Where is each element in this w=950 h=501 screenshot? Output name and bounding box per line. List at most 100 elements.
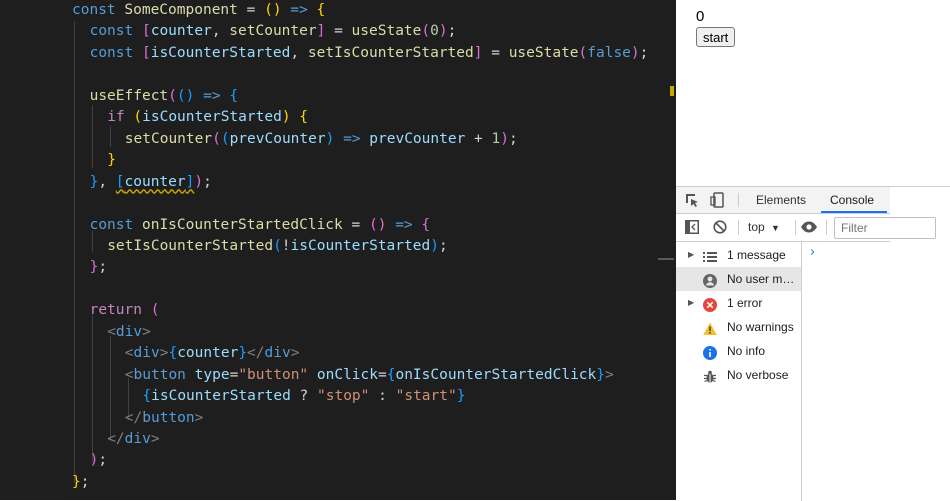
counter-value: 0: [696, 8, 705, 25]
code-token: }: [72, 473, 81, 490]
code-line[interactable]: const [counter, setCounter] = useState(0…: [90, 21, 457, 42]
code-line[interactable]: }: [107, 150, 116, 171]
code-token: >: [194, 409, 204, 426]
code-token: (: [133, 109, 143, 126]
expand-arrow-icon[interactable]: ▶: [688, 291, 694, 315]
code-token: ): [438, 23, 448, 40]
code-token: =: [482, 44, 509, 61]
minimap-marker: [658, 258, 674, 260]
code-token: isCounterStarted: [290, 237, 431, 254]
indent-guide: [92, 105, 93, 168]
tab-elements[interactable]: Elements: [756, 187, 806, 213]
console-sidebar-item[interactable]: No user messages: [676, 267, 801, 291]
dropdown-arrow-icon: ▼: [771, 223, 780, 233]
code-line[interactable]: const [isCounterStarted, setIsCounterSta…: [90, 43, 649, 64]
context-selector[interactable]: top ▼: [748, 220, 780, 234]
code-line[interactable]: };: [72, 472, 89, 493]
console-sidebar-item-label: No info: [727, 344, 766, 358]
warning-icon: [703, 320, 717, 335]
console-sidebar-item[interactable]: No info: [676, 339, 801, 363]
code-line[interactable]: const SomeComponent = () => {: [72, 0, 325, 21]
indent-guide: [92, 315, 93, 462]
code-token: counter: [124, 173, 186, 190]
start-button[interactable]: start: [696, 27, 736, 47]
console-sidebar-item[interactable]: No verbose: [676, 363, 801, 387]
code-token: useState: [351, 23, 422, 40]
code-token: setCounter: [124, 130, 213, 147]
code-line[interactable]: </button>: [125, 408, 204, 429]
code-token: ,: [290, 44, 308, 61]
verbose-icon: [703, 368, 717, 383]
code-token: ;: [203, 173, 212, 190]
code-token: "stop": [317, 388, 370, 405]
code-token: !: [281, 237, 291, 254]
code-token: </: [107, 431, 125, 447]
code-token: {: [229, 87, 239, 104]
device-toolbar-icon[interactable]: [710, 192, 726, 213]
code-token: {: [316, 2, 326, 18]
code-token: (): [264, 2, 282, 18]
code-line[interactable]: return (: [90, 300, 160, 321]
code-token: (: [150, 302, 160, 319]
code-line[interactable]: <div>: [107, 322, 151, 343]
code-token: =: [342, 216, 369, 233]
console-sidebar-item[interactable]: ▶ 1 message: [676, 243, 801, 267]
code-token: =>: [290, 2, 308, 18]
tab-console[interactable]: Console: [830, 187, 874, 213]
code-line[interactable]: }, [counter]);: [90, 172, 212, 193]
code-editor[interactable]: const SomeComponent = () => {const [coun…: [0, 0, 676, 500]
code-token: {: [421, 216, 431, 233]
code-token: =: [229, 366, 239, 383]
code-line[interactable]: {isCounterStarted ? "stop" : "start"}: [142, 386, 465, 407]
code-line[interactable]: );: [90, 450, 107, 471]
code-token: return: [89, 302, 151, 319]
code-area[interactable]: const SomeComponent = () => {const [coun…: [60, 0, 676, 500]
code-line[interactable]: useEffect(() => {: [90, 86, 238, 107]
console-sidebar-item[interactable]: ▶ 1 error: [676, 291, 801, 315]
inspect-element-icon[interactable]: [685, 193, 700, 213]
expand-arrow-icon[interactable]: ▶: [688, 243, 694, 267]
scrollbar-warning-marker: [670, 86, 674, 96]
code-token: (): [368, 216, 387, 233]
filter-input[interactable]: [839, 220, 933, 236]
code-token: :: [369, 388, 396, 405]
live-expression-eye-icon[interactable]: [800, 220, 818, 239]
code-token: (: [220, 130, 230, 147]
code-token: </: [247, 345, 265, 362]
code-token: const: [89, 216, 142, 233]
code-line[interactable]: };: [90, 257, 107, 278]
code-token: {: [299, 109, 309, 126]
code-token: onIsCounterStartedClick: [141, 216, 343, 233]
filter-box: [834, 217, 936, 239]
code-token: div: [124, 431, 151, 447]
code-token: isCounterStarted: [142, 109, 282, 126]
code-token: }: [238, 345, 248, 362]
console-sidebar-item[interactable]: No warnings: [676, 315, 801, 339]
code-token: (: [168, 87, 177, 104]
code-token: >: [290, 345, 300, 362]
clear-console-icon[interactable]: [713, 220, 727, 239]
code-line[interactable]: <div>{counter}</div>: [125, 343, 300, 364]
code-token: 1: [491, 130, 501, 147]
console-sidebar-item-label: 1 error: [727, 296, 763, 310]
code-token: (: [273, 237, 282, 254]
code-token: prevCounter: [229, 130, 326, 147]
code-line[interactable]: <button type="button" onClick={onIsCount…: [125, 365, 614, 386]
toolbar-separator: [795, 220, 796, 235]
code-token: ;: [98, 452, 108, 469]
console-sidebar-item-label: 1 message: [727, 248, 786, 262]
code-token: >: [605, 366, 614, 383]
active-tab-indicator: [821, 211, 887, 213]
code-line[interactable]: </div>: [107, 429, 159, 450]
sidebar-toggle-icon[interactable]: [685, 220, 699, 239]
code-line[interactable]: setIsCounterStarted(!isCounterStarted);: [107, 236, 448, 257]
code-token: const: [89, 23, 142, 40]
code-token: div: [264, 345, 291, 362]
code-line[interactable]: setCounter((prevCounter) => prevCounter …: [125, 129, 518, 150]
code-line[interactable]: if (isCounterStarted) {: [107, 107, 308, 128]
tab-separator: [738, 193, 739, 207]
code-line[interactable]: const onIsCounterStartedClick = () => {: [90, 215, 431, 236]
code-token: false: [587, 44, 631, 61]
